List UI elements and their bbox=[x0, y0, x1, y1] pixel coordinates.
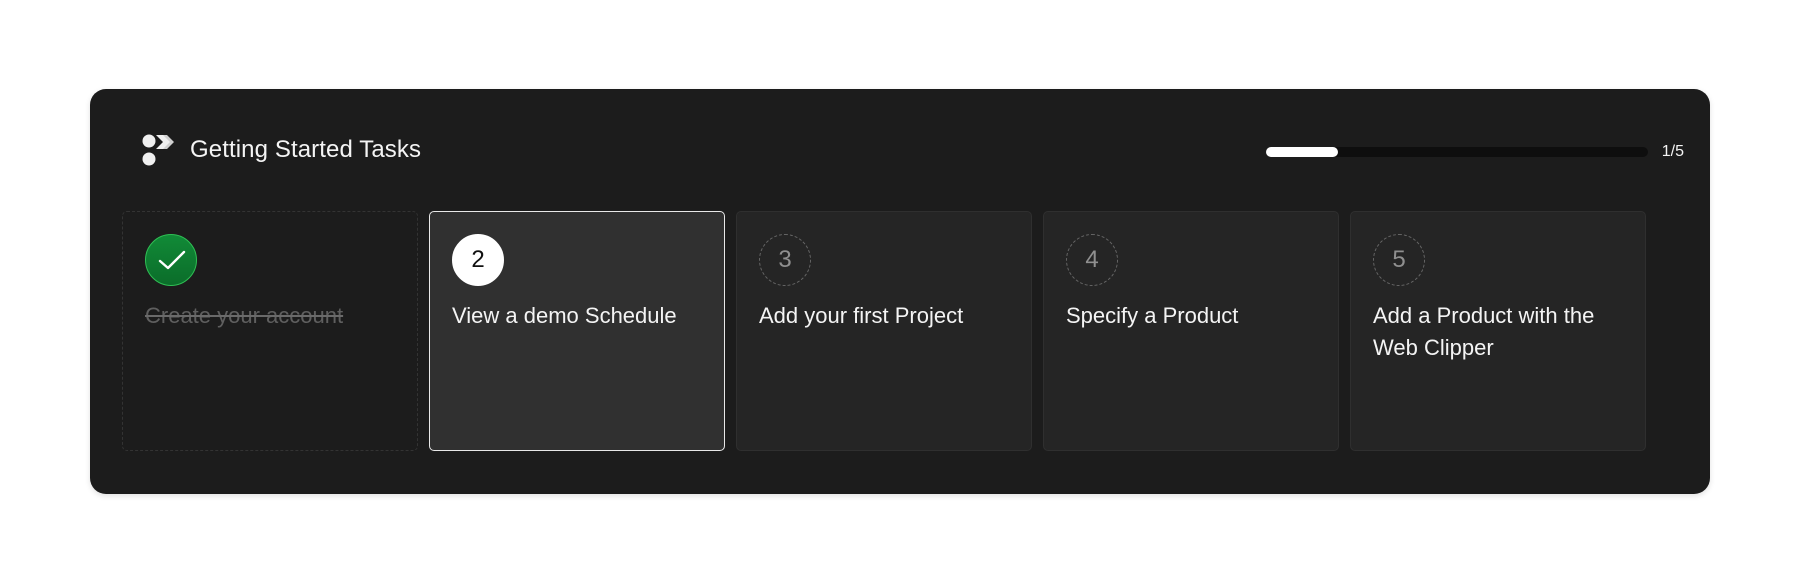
step-number-badge: 4 bbox=[1066, 234, 1118, 286]
task-label: Create your account bbox=[145, 303, 344, 328]
task-label: Add your first Project bbox=[759, 303, 964, 328]
checkmark-icon bbox=[145, 234, 197, 286]
task-label: View a demo Schedule bbox=[452, 303, 677, 328]
task-card-specify-product[interactable]: 4 Specify a Product bbox=[1043, 211, 1339, 451]
step-number-badge: 3 bbox=[759, 234, 811, 286]
task-card-create-account[interactable]: Create your account bbox=[122, 211, 418, 451]
progress-bar-fill bbox=[1266, 147, 1338, 157]
task-cards: Create your account 2 View a demo Schedu… bbox=[122, 211, 1650, 451]
step-number-badge: 5 bbox=[1373, 234, 1425, 286]
task-label: Specify a Product bbox=[1066, 303, 1239, 328]
panel-header: Getting Started Tasks 1/5 bbox=[142, 133, 1684, 169]
step-number-badge: 2 bbox=[452, 234, 504, 286]
task-label: Add a Product with the Web Clipper bbox=[1373, 303, 1595, 360]
task-card-web-clipper[interactable]: 5 Add a Product with the Web Clipper bbox=[1350, 211, 1646, 451]
brand-logo-icon bbox=[142, 133, 174, 169]
progress-bar bbox=[1266, 147, 1648, 157]
getting-started-panel: Getting Started Tasks 1/5 Create your ac… bbox=[90, 89, 1710, 494]
panel-title: Getting Started Tasks bbox=[190, 136, 422, 163]
task-card-add-first-project[interactable]: 3 Add your first Project bbox=[736, 211, 1032, 451]
task-card-view-demo-schedule[interactable]: 2 View a demo Schedule bbox=[429, 211, 725, 451]
progress-count: 1/5 bbox=[1661, 143, 1684, 160]
